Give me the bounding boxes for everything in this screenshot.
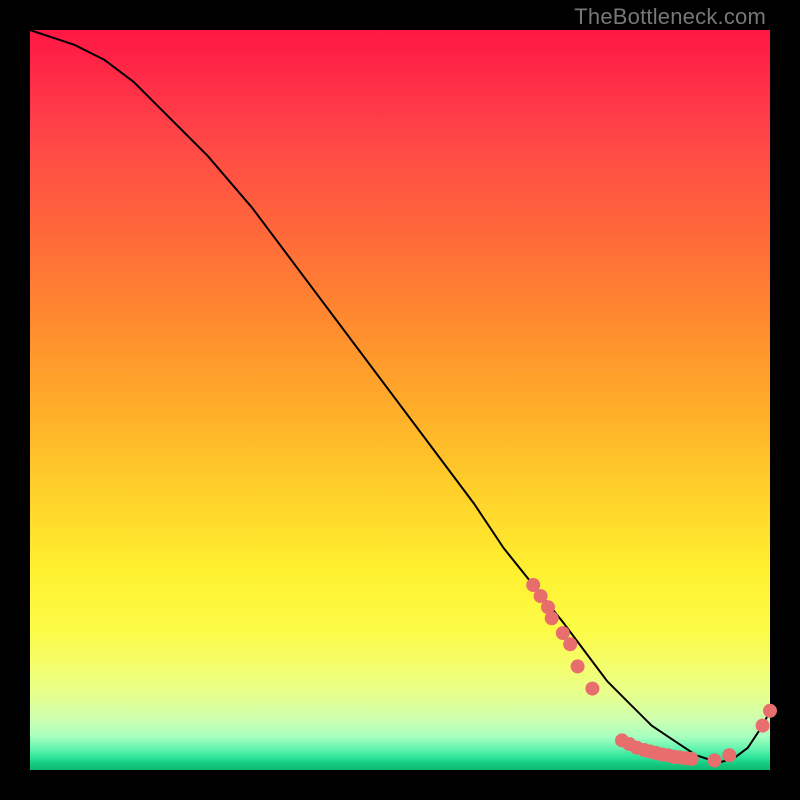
scatter-dot (756, 719, 770, 733)
chart-overlay-svg (30, 30, 770, 770)
scatter-dot (585, 682, 599, 696)
scatter-dot (763, 704, 777, 718)
scatter-dot (563, 637, 577, 651)
watermark-text: TheBottleneck.com (574, 4, 766, 30)
scatter-dot (571, 659, 585, 673)
scatter-dot (685, 752, 699, 766)
chart-frame: TheBottleneck.com (0, 0, 800, 800)
scatter-dot (722, 748, 736, 762)
scatter-group (526, 578, 777, 767)
scatter-dot (545, 611, 559, 625)
bottleneck-curve (30, 30, 770, 763)
scatter-dot (708, 753, 722, 767)
